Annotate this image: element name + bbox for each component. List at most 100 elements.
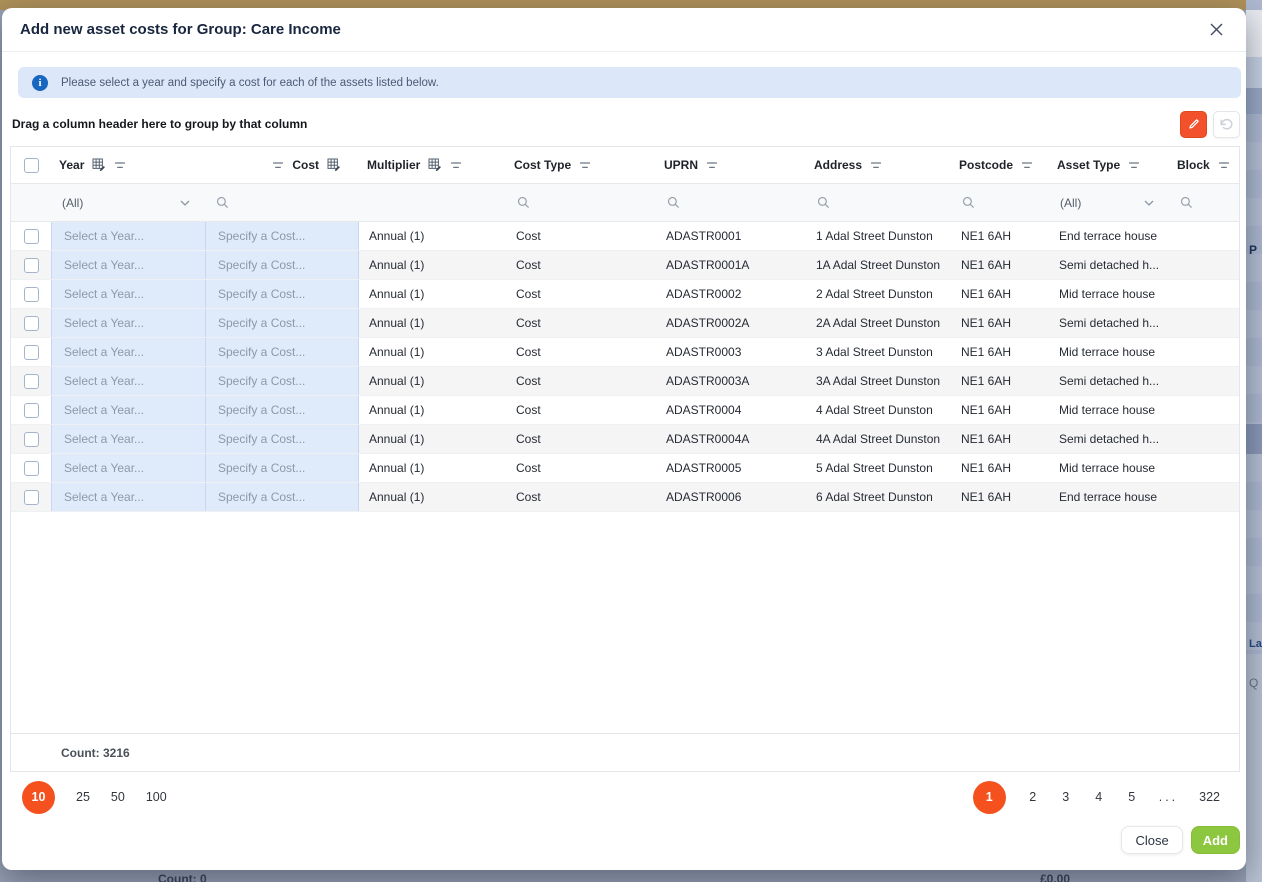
page-size-50[interactable]: 50 <box>111 790 125 804</box>
cost-edit-cell[interactable]: Specify a Cost... <box>205 367 359 395</box>
column-header-postcode[interactable]: Postcode <box>951 147 1049 183</box>
info-banner-text: Please select a year and specify a cost … <box>61 77 439 89</box>
filter-icon[interactable] <box>706 161 718 170</box>
cost-edit-cell[interactable]: Specify a Cost... <box>205 251 359 279</box>
row-checkbox[interactable] <box>24 287 39 302</box>
page-5[interactable]: 5 <box>1126 790 1138 804</box>
page-size-10[interactable]: 10 <box>22 781 55 814</box>
address-cell: 3 Adal Street Dunston <box>806 338 951 366</box>
filter-icon[interactable] <box>272 161 284 170</box>
column-header-uprn[interactable]: UPRN <box>656 147 806 183</box>
page-size-25[interactable]: 25 <box>76 790 90 804</box>
block-cell <box>1169 280 1239 308</box>
uprn-filter-input[interactable] <box>656 184 806 221</box>
search-icon <box>962 196 975 209</box>
column-header-year[interactable]: Year <box>51 147 205 183</box>
cost-edit-cell[interactable]: Specify a Cost... <box>205 280 359 308</box>
postcode-cell: NE1 6AH <box>951 280 1049 308</box>
select-all-checkbox[interactable] <box>24 158 39 173</box>
multiplier-cell: Annual (1) <box>359 367 506 395</box>
filter-icon[interactable] <box>450 161 462 170</box>
filter-icon[interactable] <box>579 161 591 170</box>
column-header-asset-type[interactable]: Asset Type <box>1049 147 1169 183</box>
year-edit-cell[interactable]: Select a Year... <box>51 222 205 250</box>
year-edit-cell[interactable]: Select a Year... <box>51 251 205 279</box>
row-checkbox-cell <box>11 222 51 250</box>
cost-edit-cell[interactable]: Specify a Cost... <box>205 425 359 453</box>
row-checkbox[interactable] <box>24 490 39 505</box>
column-header-block[interactable]: Block <box>1169 147 1239 183</box>
uprn-cell: ADASTR0002A <box>656 309 806 337</box>
year-filter-value: (All) <box>62 196 83 210</box>
filter-icon[interactable] <box>114 161 126 170</box>
cost-type-cell: Cost <box>506 396 656 424</box>
postcode-cell: NE1 6AH <box>951 425 1049 453</box>
filter-icon[interactable] <box>1218 161 1230 170</box>
grid-edit-icon[interactable] <box>92 158 106 172</box>
grid-edit-icon[interactable] <box>428 158 442 172</box>
cost-edit-cell[interactable]: Specify a Cost... <box>205 309 359 337</box>
block-filter-input[interactable] <box>1169 184 1239 221</box>
background-right-strip: P La Q <box>1246 0 1262 882</box>
row-checkbox-cell <box>11 309 51 337</box>
cost-edit-cell[interactable]: Specify a Cost... <box>205 338 359 366</box>
filter-icon[interactable] <box>1021 161 1033 170</box>
batch-edit-button[interactable] <box>1180 111 1207 138</box>
year-placeholder: Select a Year... <box>64 461 144 475</box>
close-button[interactable]: Close <box>1121 826 1182 854</box>
column-header-cost[interactable]: Cost <box>205 147 359 183</box>
cost-edit-cell[interactable]: Specify a Cost... <box>205 454 359 482</box>
block-cell <box>1169 483 1239 511</box>
background-partial-label: Q <box>1249 676 1258 690</box>
undo-button[interactable] <box>1213 111 1240 138</box>
row-checkbox[interactable] <box>24 258 39 273</box>
page-2[interactable]: 2 <box>1027 790 1039 804</box>
cost-edit-cell[interactable]: Specify a Cost... <box>205 396 359 424</box>
year-edit-cell[interactable]: Select a Year... <box>51 309 205 337</box>
year-edit-cell[interactable]: Select a Year... <box>51 483 205 511</box>
grid-edit-icon[interactable] <box>327 158 341 172</box>
page-322[interactable]: 322 <box>1199 790 1220 804</box>
year-edit-cell[interactable]: Select a Year... <box>51 338 205 366</box>
year-edit-cell[interactable]: Select a Year... <box>51 367 205 395</box>
row-checkbox[interactable] <box>24 461 39 476</box>
close-dialog-button[interactable] <box>1206 20 1226 40</box>
cost-type-filter-input[interactable] <box>506 184 656 221</box>
pencil-icon <box>1187 117 1201 131</box>
filter-icon[interactable] <box>870 161 882 170</box>
filter-icon[interactable] <box>1128 161 1140 170</box>
asset-type-cell: Mid terrace house <box>1049 280 1169 308</box>
address-cell: 4A Adal Street Dunston <box>806 425 951 453</box>
background-band <box>1246 454 1262 654</box>
postcode-cell: NE1 6AH <box>951 338 1049 366</box>
page-navigator: 12345...322 <box>973 781 1220 814</box>
year-edit-cell[interactable]: Select a Year... <box>51 425 205 453</box>
address-filter-input[interactable] <box>806 184 951 221</box>
cost-edit-cell[interactable]: Specify a Cost... <box>205 483 359 511</box>
grid-empty-area <box>11 512 1239 733</box>
asset-type-filter-select[interactable]: (All) <box>1049 184 1169 221</box>
cost-edit-cell[interactable]: Specify a Cost... <box>205 222 359 250</box>
column-header-cost-type[interactable]: Cost Type <box>506 147 656 183</box>
column-header-address[interactable]: Address <box>806 147 951 183</box>
multiplier-cell: Annual (1) <box>359 251 506 279</box>
column-header-multiplier[interactable]: Multiplier <box>359 147 506 183</box>
year-filter-select[interactable]: (All) <box>51 184 205 221</box>
row-checkbox[interactable] <box>24 432 39 447</box>
year-edit-cell[interactable]: Select a Year... <box>51 396 205 424</box>
row-checkbox[interactable] <box>24 374 39 389</box>
row-checkbox[interactable] <box>24 316 39 331</box>
multiplier-filter-cell <box>359 184 506 221</box>
page-size-100[interactable]: 100 <box>146 790 167 804</box>
row-checkbox[interactable] <box>24 403 39 418</box>
page-4[interactable]: 4 <box>1093 790 1105 804</box>
row-checkbox[interactable] <box>24 229 39 244</box>
cost-filter-input[interactable] <box>205 184 359 221</box>
postcode-filter-input[interactable] <box>951 184 1049 221</box>
row-checkbox[interactable] <box>24 345 39 360</box>
page-3[interactable]: 3 <box>1060 790 1072 804</box>
add-button[interactable]: Add <box>1191 826 1240 854</box>
page-1[interactable]: 1 <box>973 781 1006 814</box>
year-edit-cell[interactable]: Select a Year... <box>51 454 205 482</box>
year-edit-cell[interactable]: Select a Year... <box>51 280 205 308</box>
